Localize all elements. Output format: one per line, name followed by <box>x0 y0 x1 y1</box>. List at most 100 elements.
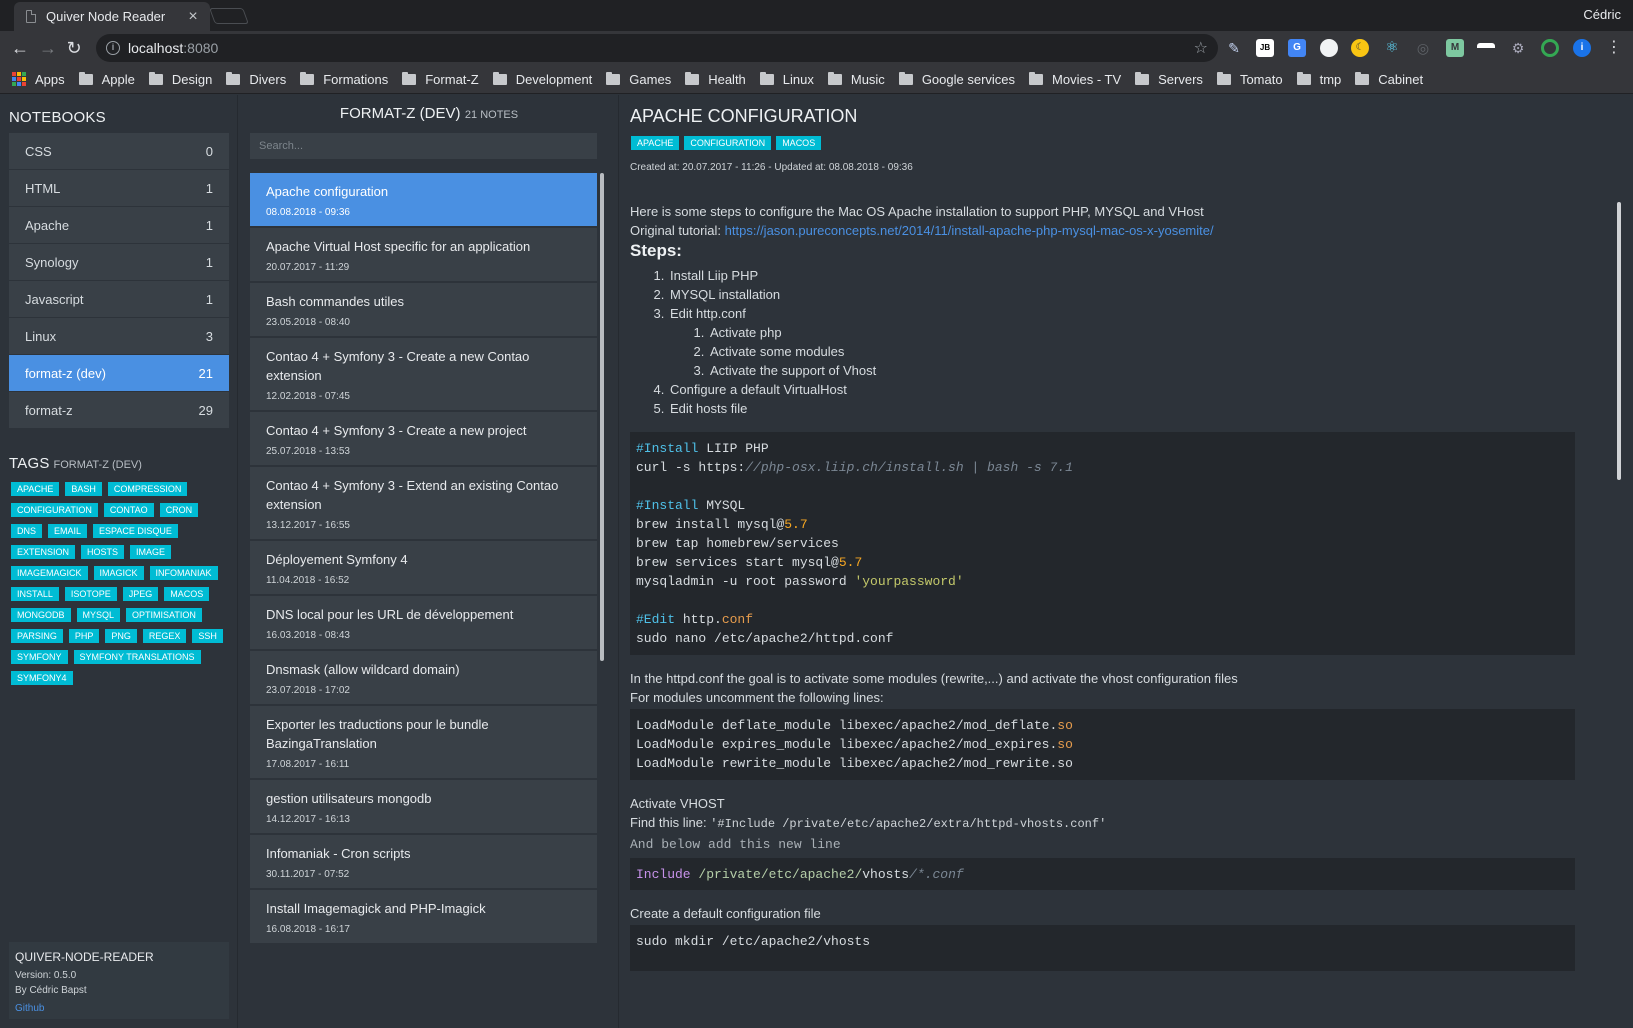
notebook-item-synology[interactable]: Synology 1 <box>9 244 229 281</box>
close-icon[interactable]: × <box>186 8 200 26</box>
note-item[interactable]: Apache Virtual Host specific for an appl… <box>250 228 597 283</box>
tag-item[interactable]: PARSING <box>11 629 63 643</box>
star-icon[interactable]: ☆ <box>1194 38 1208 58</box>
tag-item[interactable]: MACOS <box>164 587 210 601</box>
mail-icon[interactable]: M <box>1446 39 1464 57</box>
notebook-item-format-z-dev[interactable]: format-z (dev) 21 <box>9 355 229 392</box>
note-tag[interactable]: APACHE <box>631 136 680 150</box>
note-item[interactable]: Install Imagemagick and PHP-Imagick 16.08… <box>250 890 597 945</box>
bookmark-folder[interactable]: Music <box>827 71 885 87</box>
bookmark-folder[interactable]: Apple <box>78 71 135 87</box>
tag-item[interactable]: EXTENSION <box>11 545 76 559</box>
tag-item[interactable]: CONTAO <box>103 503 154 517</box>
tag-item[interactable]: ESPACE DISQUE <box>93 524 178 538</box>
menu-icon[interactable]: ⋮ <box>1603 37 1625 59</box>
bookmark-folder[interactable]: Servers <box>1135 71 1203 87</box>
tag-item[interactable]: HOSTS <box>81 545 125 559</box>
note-item[interactable]: Apache configuration 08.08.2018 - 09:36 <box>250 173 597 228</box>
tag-item[interactable]: EMAIL <box>48 524 88 538</box>
brush-icon[interactable]: ✎ <box>1225 39 1243 57</box>
bookmark-folder[interactable]: Formations <box>300 71 388 87</box>
tag-item[interactable]: CRON <box>159 503 199 517</box>
tag-item[interactable]: OPTIMISATION <box>126 608 202 622</box>
bookmark-apps[interactable]: Apps <box>12 72 65 87</box>
tag-item[interactable]: APACHE <box>11 482 60 496</box>
note-item[interactable]: Contao 4 + Symfony 3 - Create a new proj… <box>250 412 597 467</box>
tag-item[interactable]: INSTALL <box>11 587 59 601</box>
bookmark-folder[interactable]: Linux <box>759 71 814 87</box>
note-tag[interactable]: CONFIGURATION <box>684 136 772 150</box>
tag-item[interactable]: MYSQL <box>76 608 121 622</box>
tag-item[interactable]: IMAGEMAGICK <box>11 566 88 580</box>
bookmark-folder[interactable]: Google services <box>898 71 1015 87</box>
bookmark-folder[interactable]: Health <box>685 71 746 87</box>
notebook-item-javascript[interactable]: Javascript 1 <box>9 281 229 318</box>
reload-icon[interactable]: ↻ <box>63 37 85 59</box>
tag-item[interactable]: SYMFONY4 <box>11 671 73 685</box>
tag-item[interactable]: PHP <box>68 629 100 643</box>
react-icon[interactable]: ⚛ <box>1383 39 1401 57</box>
note-item[interactable]: Exporter les traductions pour le bundle … <box>250 706 597 780</box>
translate-icon[interactable]: G <box>1288 39 1306 57</box>
target-icon[interactable] <box>1541 39 1559 57</box>
tutorial-link[interactable]: https://jason.pureconcepts.net/2014/11/i… <box>725 223 1214 238</box>
bookmark-folder[interactable]: Development <box>492 71 592 87</box>
tag-item[interactable]: MONGODB <box>11 608 71 622</box>
note-item[interactable]: Contao 4 + Symfony 3 - Create a new Cont… <box>250 338 597 412</box>
note-item[interactable]: Déployement Symfony 4 11.04.2018 - 16:52 <box>250 541 597 596</box>
notebook-item-html[interactable]: HTML 1 <box>9 170 229 207</box>
tag-item[interactable]: SYMFONY <box>11 650 68 664</box>
tag-item[interactable]: BASH <box>65 482 102 496</box>
bookmark-folder[interactable]: Movies - TV <box>1029 71 1121 87</box>
bookmark-folder[interactable]: Format-Z <box>402 71 479 87</box>
note-scrollbar[interactable] <box>1617 202 1621 480</box>
new-tab-button[interactable] <box>209 8 249 24</box>
disabled-icon[interactable]: ◎ <box>1414 39 1432 57</box>
note-item[interactable]: Contao 4 + Symfony 3 - Extend an existin… <box>250 467 597 541</box>
address-bar[interactable]: i localhost:8080 ☆ <box>96 34 1218 62</box>
tag-item[interactable]: ISOTOPE <box>64 587 117 601</box>
note-item[interactable]: gestion utilisateurs mongodb 14.12.2017 -… <box>250 780 597 835</box>
tag-item[interactable]: IMAGICK <box>93 566 144 580</box>
notebook-item-css[interactable]: CSS 0 <box>9 133 229 170</box>
bookmark-folder[interactable]: Games <box>606 71 671 87</box>
note-item[interactable]: Dnsmask (allow wildcard domain) 23.07.201… <box>250 651 597 706</box>
note-item[interactable]: Infomaniak - Cron scripts 30.11.2017 - 07… <box>250 835 597 890</box>
tag-item[interactable]: COMPRESSION <box>107 482 188 496</box>
notebook-item-apache[interactable]: Apache 1 <box>9 207 229 244</box>
note-item[interactable]: Bash commandes utiles 23.05.2018 - 08:40 <box>250 283 597 338</box>
github-link[interactable]: Github <box>15 1003 44 1014</box>
tag-item[interactable]: PNG <box>105 629 137 643</box>
bookmark-folder[interactable]: Divers <box>226 71 286 87</box>
bookmark-folder[interactable]: Cabinet <box>1355 71 1423 87</box>
note-item[interactable]: DNS local pour les URL de développement 1… <box>250 596 597 651</box>
browser-tab[interactable]: Quiver Node Reader × <box>14 2 210 31</box>
flag-icon[interactable] <box>1477 43 1495 53</box>
notebook-item-linux[interactable]: Linux 3 <box>9 318 229 355</box>
puzzle-icon[interactable]: ⚙ <box>1509 39 1527 57</box>
tag-item[interactable]: IMAGE <box>130 545 172 559</box>
note-tag[interactable]: MACOS <box>776 136 822 150</box>
profile-name[interactable]: Cédric <box>1583 7 1621 22</box>
info-icon[interactable]: i <box>106 41 120 55</box>
tag-item[interactable]: SYMFONY TRANSLATIONS <box>73 650 201 664</box>
moon-icon[interactable]: ☾ <box>1351 39 1369 57</box>
tag-item[interactable]: CONFIGURATION <box>11 503 98 517</box>
tag-item[interactable]: REGEX <box>142 629 187 643</box>
tag-item[interactable]: INFOMANIAK <box>149 566 218 580</box>
notes-scrollbar[interactable] <box>600 173 604 661</box>
tag-item[interactable]: SSH <box>192 629 223 643</box>
notebook-item-format-z[interactable]: format-z 29 <box>9 392 229 429</box>
bookmark-folder[interactable]: Tomato <box>1216 71 1283 87</box>
search-input[interactable] <box>250 133 597 159</box>
bookmark-folder[interactable]: tmp <box>1296 71 1341 87</box>
forward-icon[interactable]: → <box>37 37 59 59</box>
jetbrains-icon[interactable]: JB <box>1256 39 1274 57</box>
tag-item[interactable]: JPEG <box>122 587 159 601</box>
bookmark-folder[interactable]: Design <box>148 71 212 87</box>
circle-icon[interactable] <box>1320 39 1338 57</box>
tag-item[interactable]: DNS <box>11 524 43 538</box>
back-icon[interactable]: ← <box>9 37 31 59</box>
notebook-label: format-z (dev) <box>25 365 106 381</box>
password-icon[interactable]: i <box>1573 39 1591 57</box>
